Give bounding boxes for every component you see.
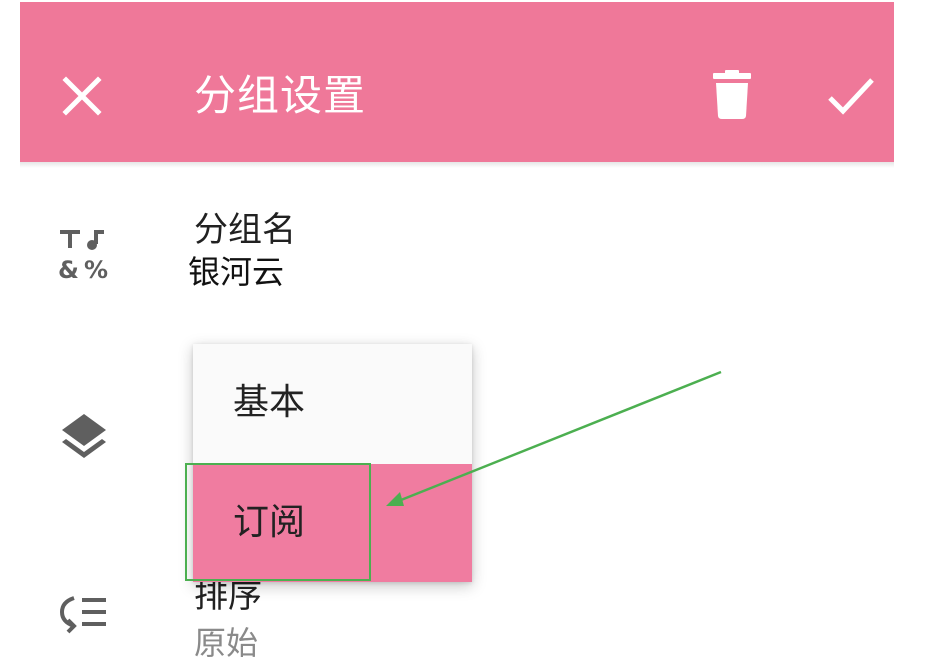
sort-list-icon xyxy=(56,590,112,646)
layers-icon xyxy=(56,408,112,464)
sort-value[interactable]: 原始 xyxy=(194,622,258,664)
group-name-value[interactable]: 银河云 xyxy=(188,251,284,293)
confirm-button[interactable] xyxy=(826,74,876,118)
group-name-label: 分组名 xyxy=(194,210,296,250)
delete-button[interactable] xyxy=(710,70,754,120)
app-bar: 分组设置 xyxy=(20,2,894,162)
option-basic[interactable]: 基本 xyxy=(193,344,472,462)
check-icon xyxy=(828,78,874,115)
trash-icon xyxy=(713,70,751,119)
annotation-highlight-box xyxy=(185,463,371,581)
close-icon xyxy=(62,76,102,116)
text-symbols-icon: & % xyxy=(56,226,112,284)
app-bar-shadow xyxy=(20,162,894,168)
svg-text:&: & xyxy=(58,256,79,282)
svg-text:%: % xyxy=(84,256,108,282)
page-title: 分组设置 xyxy=(194,71,367,120)
screen: 分组设置 & % 分组名 银河云 排序 原始 基本 订阅 xyxy=(0,0,930,664)
close-button[interactable] xyxy=(60,74,104,118)
